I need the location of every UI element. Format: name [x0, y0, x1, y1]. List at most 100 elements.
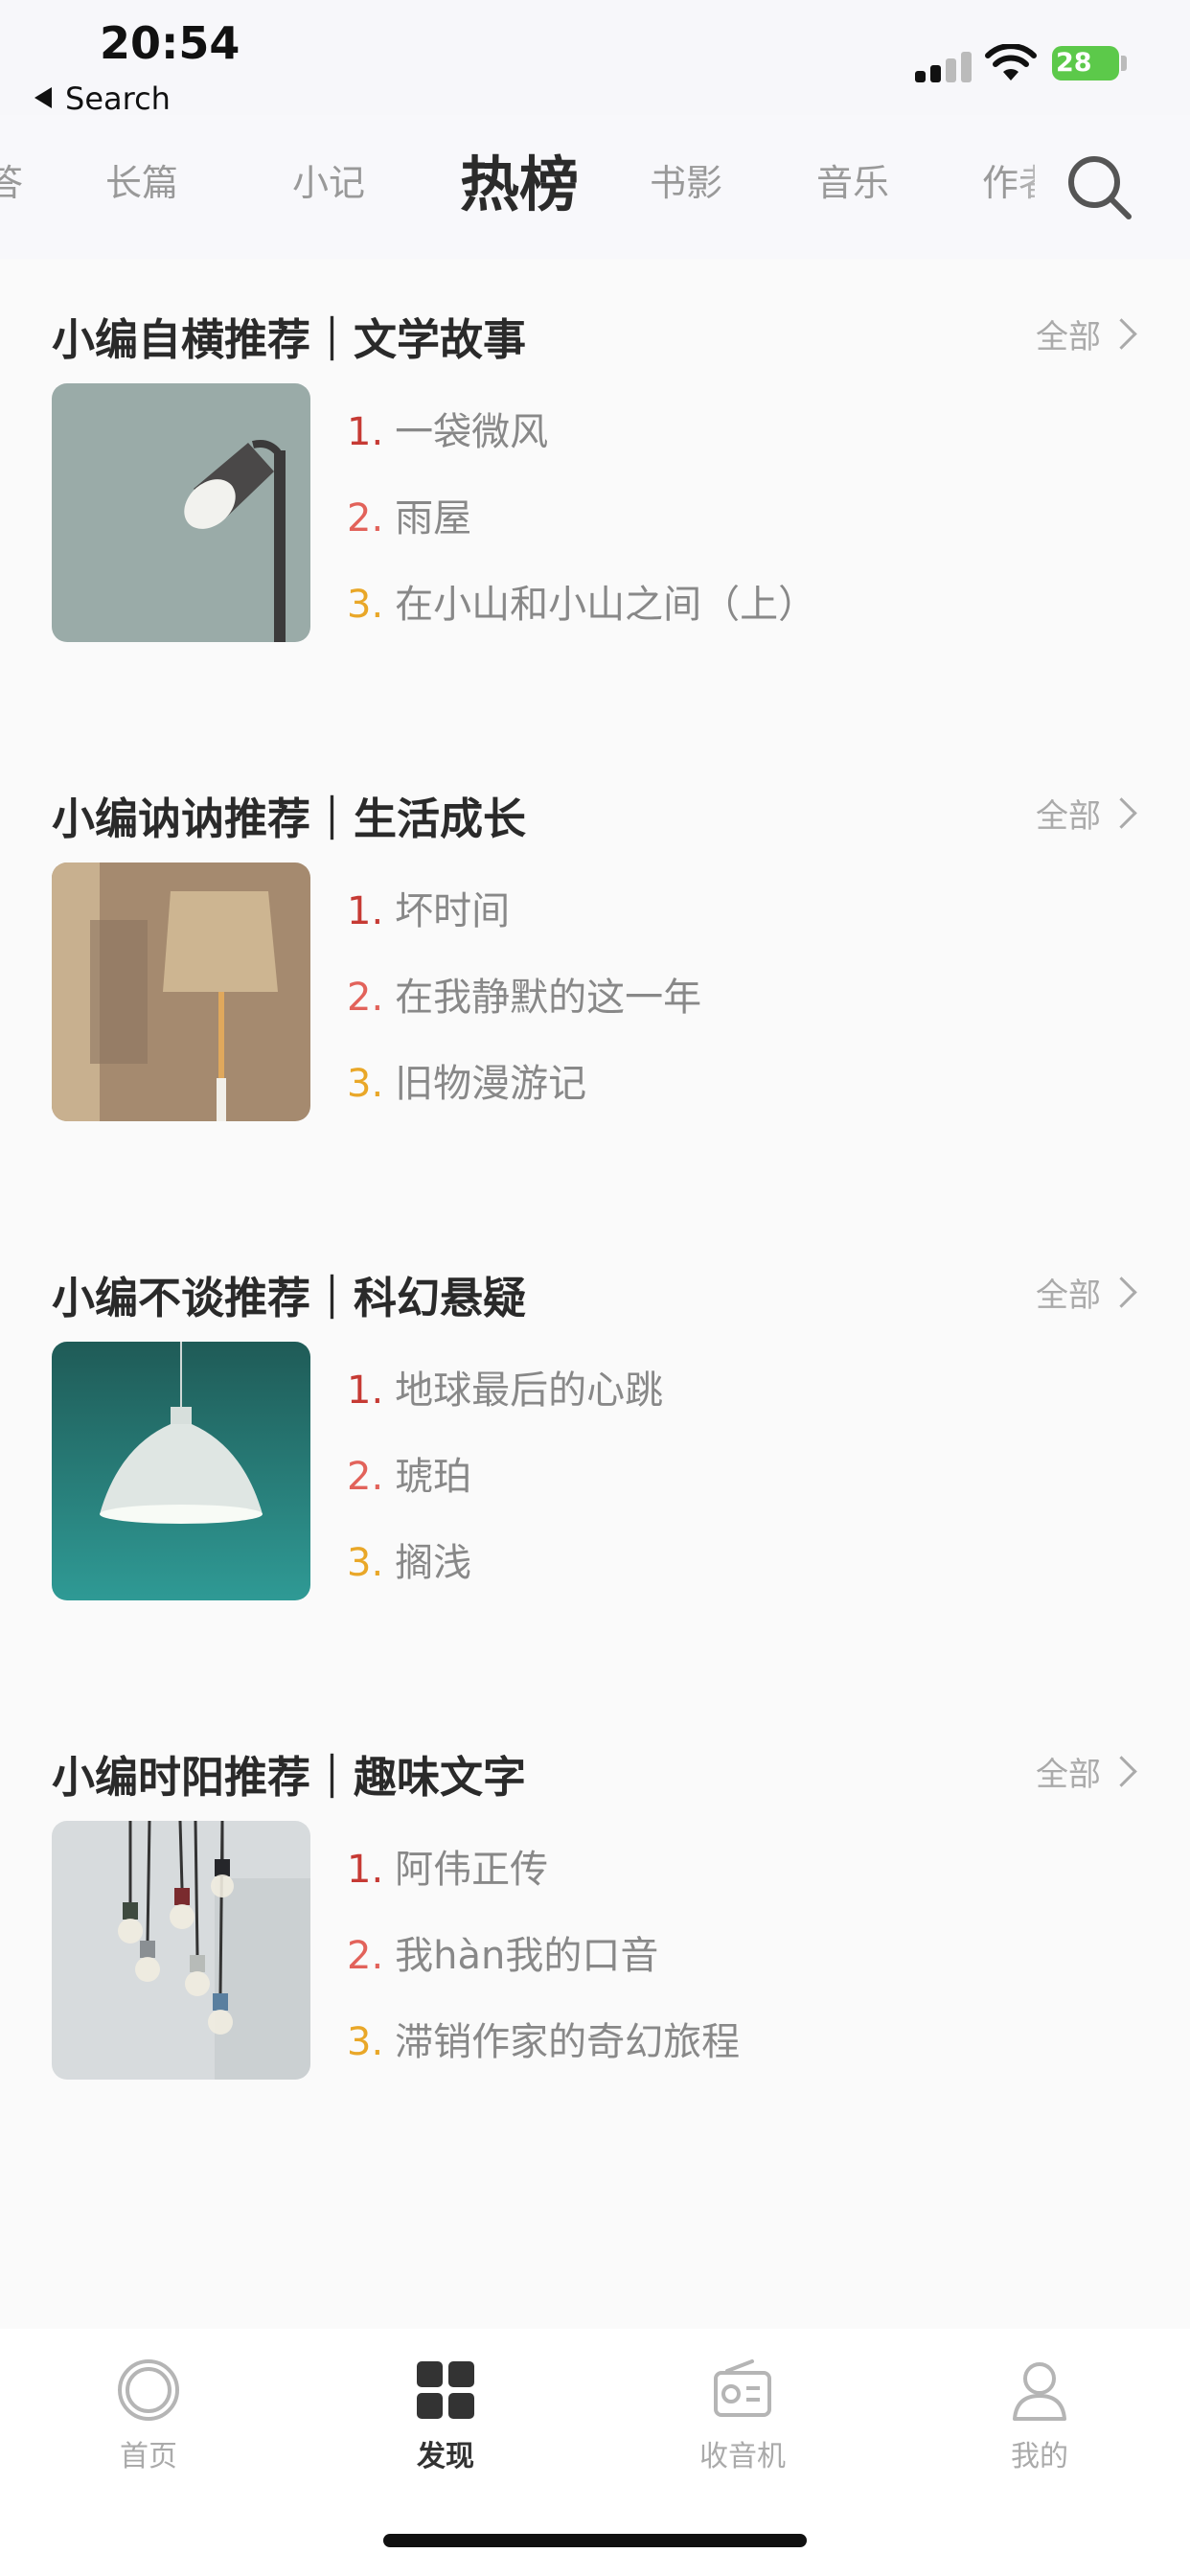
see-all-link[interactable]: 全部	[1036, 1269, 1137, 1316]
profile-icon	[1013, 2362, 1066, 2421]
recommendation-section: 小编自横推荐｜文学故事 全部 1. 一袋微风 2. 雨屋 3. 在小山和小山之间（上）	[0, 305, 1190, 688]
chevron-right-icon	[1106, 318, 1137, 350]
section-cover-image[interactable]	[52, 1821, 310, 2080]
item-title: 旧物漫游记	[395, 1062, 587, 1106]
list-item[interactable]: 2. 雨屋	[347, 487, 816, 573]
list-item[interactable]: 1. 阿伟正传	[347, 1838, 740, 1924]
see-all-label: 全部	[1036, 1276, 1101, 1315]
list-item[interactable]: 1. 一袋微风	[347, 401, 816, 487]
ranked-list: 1. 坏时间 2. 在我静默的这一年 3. 旧物漫游记	[347, 880, 701, 1138]
section-title: 小编不谈推荐｜科幻悬疑	[52, 1273, 527, 1323]
list-item[interactable]: 3. 在小山和小山之间（上）	[347, 573, 816, 659]
rank-number: 1.	[347, 889, 384, 933]
cellular-signal-icon	[915, 50, 973, 82]
shade-lamp-photo	[52, 862, 310, 1121]
item-title: 我hàn我的口音	[395, 1934, 659, 1978]
nav-label: 首页	[120, 2440, 177, 2473]
battery-level: 28	[1056, 48, 1092, 78]
floor-lamp-photo	[52, 383, 310, 642]
see-all-link[interactable]: 全部	[1036, 790, 1137, 837]
home-icon	[118, 2359, 179, 2421]
ranked-list: 1. 一袋微风 2. 雨屋 3. 在小山和小山之间（上）	[347, 401, 816, 659]
section-title: 小编时阳推荐｜趣味文字	[52, 1752, 527, 1803]
see-all-link[interactable]: 全部	[1036, 1748, 1137, 1795]
rank-number: 3.	[347, 583, 384, 627]
discover-icon	[417, 2361, 474, 2419]
back-label: Search	[65, 80, 171, 117]
item-title: 地球最后的心跳	[395, 1368, 664, 1413]
tab-long-form[interactable]: 长篇	[105, 153, 178, 206]
category-tab-bar: 答 长篇 小记 热榜 书影 音乐 作者	[0, 115, 1190, 259]
search-icon	[1068, 156, 1132, 219]
back-to-search-link[interactable]: Search	[34, 80, 171, 117]
nav-home[interactable]: 首页	[53, 2358, 244, 2474]
search-button[interactable]	[1035, 115, 1190, 259]
pendant-lamp-photo	[52, 1342, 310, 1600]
battery-cap	[1121, 56, 1127, 71]
home-indicator[interactable]	[383, 2534, 807, 2547]
nav-label: 我的	[1011, 2440, 1068, 2473]
rank-number: 2.	[347, 1455, 384, 1499]
chevron-right-icon	[1106, 1276, 1137, 1308]
list-item[interactable]: 3. 滞销作家的奇幻旅程	[347, 2011, 740, 2097]
tab-books-films[interactable]: 书影	[650, 153, 722, 206]
rank-number: 3.	[347, 1541, 384, 1585]
section-cover-image[interactable]	[52, 862, 310, 1121]
radio-icon	[714, 2359, 771, 2417]
see-all-label: 全部	[1036, 1756, 1101, 1794]
ranked-list: 1. 地球最后的心跳 2. 琥珀 3. 搁浅	[347, 1359, 663, 1618]
list-item[interactable]: 2. 在我静默的这一年	[347, 966, 701, 1052]
wifi-icon	[985, 44, 1037, 80]
see-all-label: 全部	[1036, 797, 1101, 836]
list-item[interactable]: 2. 琥珀	[347, 1445, 663, 1531]
list-item[interactable]: 1. 地球最后的心跳	[347, 1359, 663, 1445]
rank-number: 2.	[347, 496, 384, 540]
item-title: 滞销作家的奇幻旅程	[395, 2020, 741, 2064]
item-title: 阿伟正传	[395, 1848, 549, 1892]
rank-number: 1.	[347, 1848, 384, 1892]
rank-number: 1.	[347, 410, 384, 454]
chevron-right-icon	[1106, 1756, 1137, 1787]
recommendation-section: 小编讷讷推荐｜生活成长 全部 1. 坏时间 2. 在我静默的这一年 3. 旧物漫游记	[0, 784, 1190, 1167]
item-title: 雨屋	[395, 496, 472, 540]
hanging-bulbs-photo	[52, 1821, 310, 2080]
rank-number: 3.	[347, 2020, 384, 2064]
section-cover-image[interactable]	[52, 383, 310, 642]
nav-label: 发现	[417, 2440, 474, 2473]
rank-number: 2.	[347, 976, 384, 1020]
battery-icon: 28	[1052, 46, 1119, 80]
section-title: 小编自横推荐｜文学故事	[52, 314, 527, 365]
tab-music[interactable]: 音乐	[816, 153, 889, 206]
section-cover-image[interactable]	[52, 1342, 310, 1600]
item-title: 在我静默的这一年	[395, 976, 702, 1020]
list-item[interactable]: 3. 旧物漫游记	[347, 1052, 701, 1138]
status-bar: 20:54 Search 28	[0, 0, 1190, 117]
item-title: 一袋微风	[395, 410, 549, 454]
list-item[interactable]: 1. 坏时间	[347, 880, 701, 966]
see-all-link[interactable]: 全部	[1036, 310, 1137, 357]
item-title: 搁浅	[395, 1541, 472, 1585]
item-title: 坏时间	[395, 889, 511, 933]
section-title: 小编讷讷推荐｜生活成长	[52, 794, 527, 844]
nav-label: 收音机	[699, 2440, 786, 2473]
rank-number: 3.	[347, 1062, 384, 1106]
nav-radio[interactable]: 收音机	[647, 2358, 838, 2474]
back-arrow-icon	[34, 87, 52, 108]
item-title: 在小山和小山之间（上）	[395, 583, 817, 627]
recommendation-section: 小编不谈推荐｜科幻悬疑 全部 1. 地球最后的心跳 2. 琥珀 3. 搁浅	[0, 1263, 1190, 1646]
rank-number: 1.	[347, 1368, 384, 1413]
list-item[interactable]: 2. 我hàn我的口音	[347, 1924, 740, 2011]
tab-answers[interactable]: 答	[0, 153, 23, 206]
list-item[interactable]: 3. 搁浅	[347, 1531, 663, 1618]
item-title: 琥珀	[395, 1455, 472, 1499]
tab-notes[interactable]: 小记	[292, 153, 365, 206]
chevron-right-icon	[1106, 797, 1137, 829]
see-all-label: 全部	[1036, 318, 1101, 356]
nav-discover[interactable]: 发现	[350, 2358, 541, 2474]
status-time: 20:54	[100, 17, 240, 69]
nav-profile[interactable]: 我的	[944, 2358, 1135, 2474]
rank-number: 2.	[347, 1934, 384, 1978]
recommendation-section: 小编时阳推荐｜趣味文字 全部 1. 阿伟正传 2. 我hàn我的口音 3. 滞销…	[0, 1742, 1190, 2126]
tab-trending[interactable]: 热榜	[460, 136, 579, 222]
ranked-list: 1. 阿伟正传 2. 我hàn我的口音 3. 滞销作家的奇幻旅程	[347, 1838, 740, 2097]
